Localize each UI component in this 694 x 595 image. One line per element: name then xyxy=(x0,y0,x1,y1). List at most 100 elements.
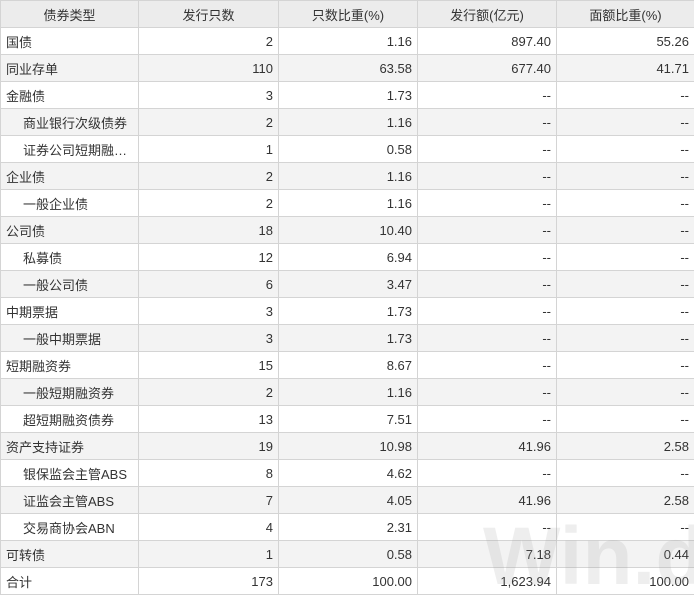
cell-issue-amount: -- xyxy=(418,82,557,109)
cell-bond-type: 证监会主管ABS xyxy=(1,487,139,514)
cell-bond-type: 中期票据 xyxy=(1,298,139,325)
table-row[interactable]: 国债21.16897.4055.26 xyxy=(1,28,694,55)
cell-issue-count: 2 xyxy=(139,109,279,136)
cell-issue-amount: -- xyxy=(418,109,557,136)
header-row: 债券类型 发行只数 只数比重(%) 发行额(亿元) 面额比重(%) xyxy=(1,1,694,28)
cell-amount-share: -- xyxy=(557,460,694,487)
cell-issue-amount: -- xyxy=(418,217,557,244)
cell-issue-count: 1 xyxy=(139,541,279,568)
cell-bond-type: 企业债 xyxy=(1,163,139,190)
cell-issue-amount: -- xyxy=(418,298,557,325)
cell-count-share: 1.16 xyxy=(279,163,418,190)
cell-bond-type: 私募债 xyxy=(1,244,139,271)
table-row[interactable]: 同业存单11063.58677.4041.71 xyxy=(1,55,694,82)
cell-issue-count: 110 xyxy=(139,55,279,82)
table-row[interactable]: 一般企业债21.16---- xyxy=(1,190,694,217)
cell-bond-type: 一般企业债 xyxy=(1,190,139,217)
cell-bond-type: 证券公司短期融… xyxy=(1,136,139,163)
cell-issue-amount: -- xyxy=(418,163,557,190)
cell-count-share: 1.73 xyxy=(279,82,418,109)
cell-amount-share: -- xyxy=(557,163,694,190)
table-row[interactable]: 一般公司债63.47---- xyxy=(1,271,694,298)
cell-bond-type: 资产支持证券 xyxy=(1,433,139,460)
cell-issue-count: 3 xyxy=(139,325,279,352)
cell-amount-share: -- xyxy=(557,352,694,379)
cell-count-share: 63.58 xyxy=(279,55,418,82)
cell-issue-count: 3 xyxy=(139,298,279,325)
cell-amount-share: -- xyxy=(557,244,694,271)
cell-bond-type: 商业银行次级债券 xyxy=(1,109,139,136)
cell-issue-count: 15 xyxy=(139,352,279,379)
cell-count-share: 10.98 xyxy=(279,433,418,460)
table-row[interactable]: 金融债31.73---- xyxy=(1,82,694,109)
cell-count-share: 1.16 xyxy=(279,109,418,136)
cell-issue-count: 18 xyxy=(139,217,279,244)
cell-bond-type: 金融债 xyxy=(1,82,139,109)
cell-amount-share: -- xyxy=(557,136,694,163)
cell-bond-type: 银保监会主管ABS xyxy=(1,460,139,487)
cell-issue-amount: -- xyxy=(418,271,557,298)
cell-issue-count: 19 xyxy=(139,433,279,460)
cell-bond-type: 一般中期票据 xyxy=(1,325,139,352)
cell-count-share: 0.58 xyxy=(279,541,418,568)
table-row[interactable]: 私募债126.94---- xyxy=(1,244,694,271)
cell-bond-type: 一般短期融资券 xyxy=(1,379,139,406)
cell-issue-amount: 41.96 xyxy=(418,487,557,514)
table-row[interactable]: 可转债10.587.180.44 xyxy=(1,541,694,568)
cell-count-share: 7.51 xyxy=(279,406,418,433)
header-bond-type[interactable]: 债券类型 xyxy=(1,1,139,28)
cell-bond-type: 超短期融资债券 xyxy=(1,406,139,433)
cell-issue-amount: -- xyxy=(418,514,557,541)
table-row[interactable]: 一般短期融资券21.16---- xyxy=(1,379,694,406)
cell-issue-count: 4 xyxy=(139,514,279,541)
table-body: 国债21.16897.4055.26同业存单11063.58677.4041.7… xyxy=(1,28,694,595)
cell-count-share: 6.94 xyxy=(279,244,418,271)
cell-bond-type: 国债 xyxy=(1,28,139,55)
total-row[interactable]: 合计173100.001,623.94100.00 xyxy=(1,568,694,595)
cell-amount-share: 41.71 xyxy=(557,55,694,82)
header-issue-amount[interactable]: 发行额(亿元) xyxy=(418,1,557,28)
cell-amount-share: -- xyxy=(557,271,694,298)
cell-count-share: 1.73 xyxy=(279,298,418,325)
table-row[interactable]: 中期票据31.73---- xyxy=(1,298,694,325)
cell-issue-amount: -- xyxy=(418,325,557,352)
cell-amount-share: -- xyxy=(557,298,694,325)
cell-count-share: 4.62 xyxy=(279,460,418,487)
table-row[interactable]: 一般中期票据31.73---- xyxy=(1,325,694,352)
cell-issue-count: 1 xyxy=(139,136,279,163)
cell-count-share: 1.73 xyxy=(279,325,418,352)
cell-bond-type: 同业存单 xyxy=(1,55,139,82)
table-row[interactable]: 超短期融资债券137.51---- xyxy=(1,406,694,433)
table-row[interactable]: 商业银行次级债券21.16---- xyxy=(1,109,694,136)
cell-issue-amount: 1,623.94 xyxy=(418,568,557,595)
cell-bond-type: 合计 xyxy=(1,568,139,595)
cell-count-share: 3.47 xyxy=(279,271,418,298)
cell-bond-type: 可转债 xyxy=(1,541,139,568)
header-amount-share[interactable]: 面额比重(%) xyxy=(557,1,694,28)
cell-count-share: 10.40 xyxy=(279,217,418,244)
header-issue-count[interactable]: 发行只数 xyxy=(139,1,279,28)
table-row[interactable]: 资产支持证券1910.9841.962.58 xyxy=(1,433,694,460)
table-row[interactable]: 企业债21.16---- xyxy=(1,163,694,190)
cell-issue-count: 7 xyxy=(139,487,279,514)
table-row[interactable]: 证券公司短期融…10.58---- xyxy=(1,136,694,163)
table-row[interactable]: 证监会主管ABS74.0541.962.58 xyxy=(1,487,694,514)
cell-amount-share: 2.58 xyxy=(557,487,694,514)
table-row[interactable]: 银保监会主管ABS84.62---- xyxy=(1,460,694,487)
cell-issue-amount: 41.96 xyxy=(418,433,557,460)
header-count-share[interactable]: 只数比重(%) xyxy=(279,1,418,28)
table-row[interactable]: 交易商协会ABN42.31---- xyxy=(1,514,694,541)
cell-issue-count: 2 xyxy=(139,379,279,406)
table-row[interactable]: 公司债1810.40---- xyxy=(1,217,694,244)
table-row[interactable]: 短期融资券158.67---- xyxy=(1,352,694,379)
cell-issue-amount: -- xyxy=(418,244,557,271)
cell-amount-share: -- xyxy=(557,82,694,109)
cell-count-share: 1.16 xyxy=(279,190,418,217)
cell-count-share: 8.67 xyxy=(279,352,418,379)
cell-amount-share: 0.44 xyxy=(557,541,694,568)
cell-count-share: 1.16 xyxy=(279,28,418,55)
cell-issue-count: 2 xyxy=(139,28,279,55)
cell-amount-share: -- xyxy=(557,217,694,244)
cell-bond-type: 交易商协会ABN xyxy=(1,514,139,541)
cell-issue-amount: -- xyxy=(418,406,557,433)
